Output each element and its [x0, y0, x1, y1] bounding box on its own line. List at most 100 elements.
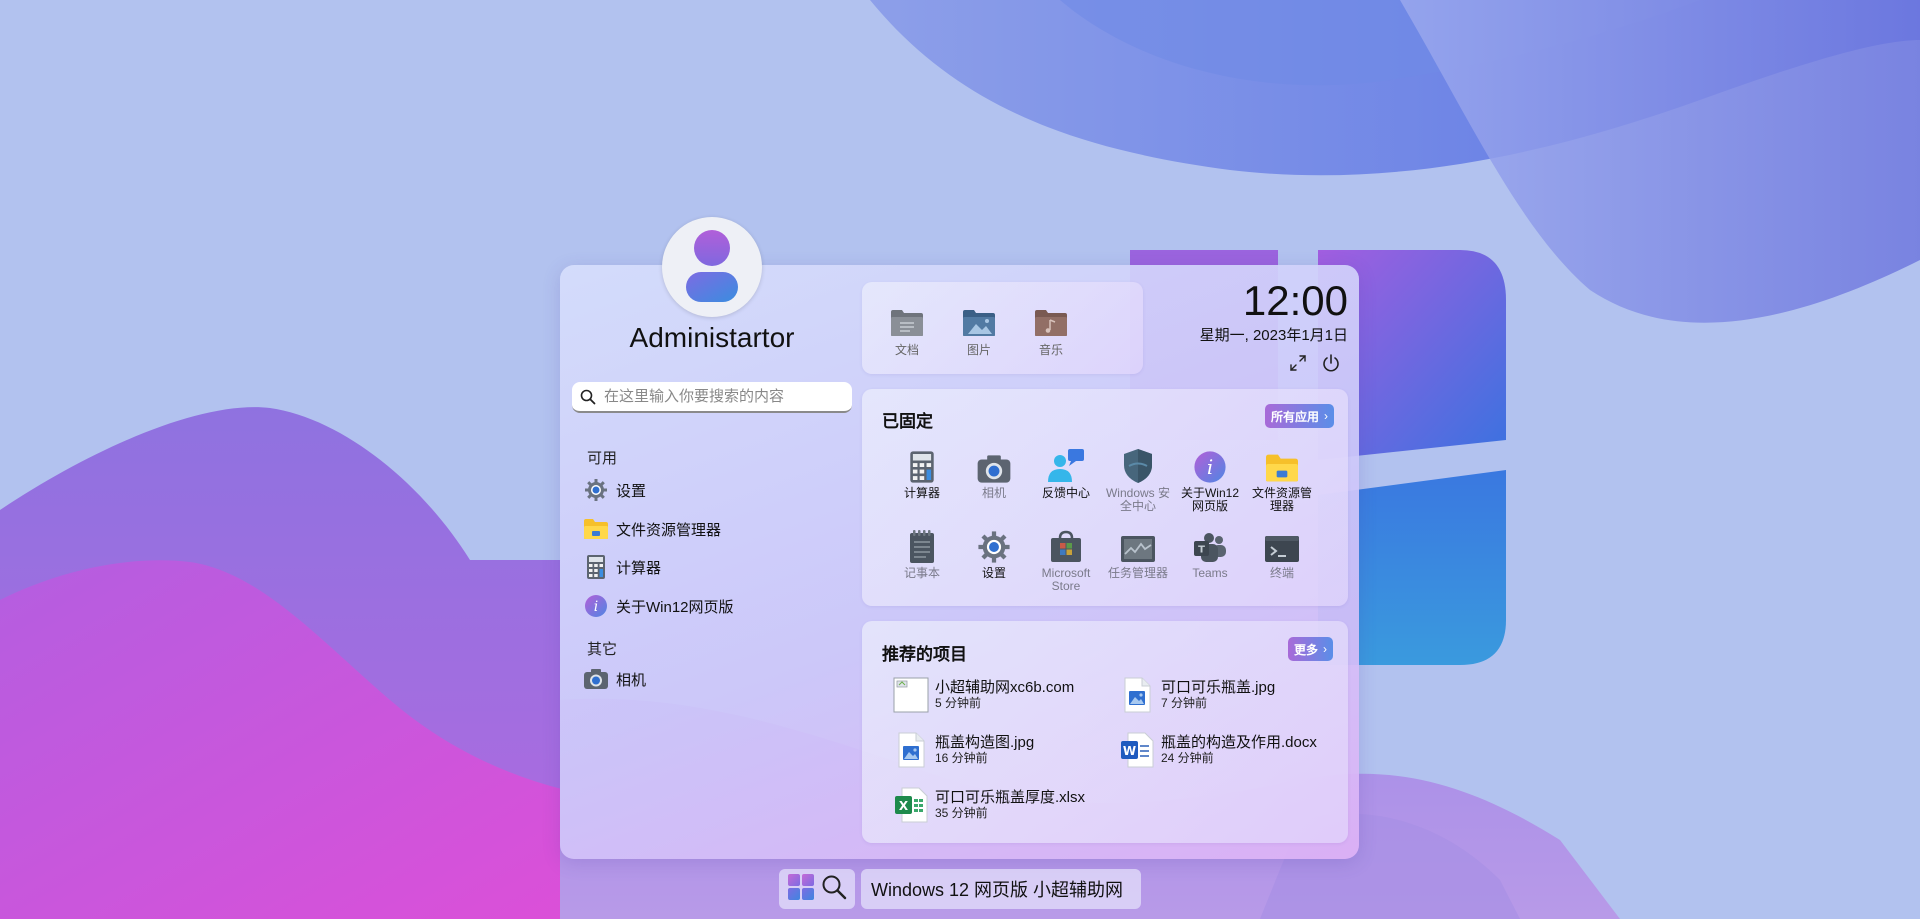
pinned-calculator[interactable]: 计算器: [887, 446, 957, 500]
music-folder-icon: [1011, 303, 1091, 337]
pinned-about-win12[interactable]: i 关于Win12 网页版: [1175, 446, 1245, 513]
power-icon: [1323, 354, 1339, 372]
all-apps-button[interactable]: 所有应用 ›: [1265, 404, 1335, 428]
teams-icon: T: [1175, 526, 1245, 564]
recommended-time: 5 分钟前: [935, 696, 982, 710]
pinned-file-explorer[interactable]: 文件资源管理器: [1247, 446, 1317, 513]
power-button[interactable]: [1319, 351, 1343, 375]
broken-image-icon: [893, 676, 929, 714]
expand-icon: [1290, 355, 1306, 371]
info-icon: i: [1175, 446, 1245, 484]
user-avatar[interactable]: [662, 217, 762, 317]
more-label: 更多: [1294, 642, 1319, 657]
left-app-label: 相机: [616, 671, 647, 689]
recommended-name: 瓶盖构造图.jpg: [935, 734, 1035, 751]
pinned-label: 设置: [981, 566, 1006, 580]
other-section-label: 其它: [587, 641, 618, 658]
pinned-windows-security[interactable]: Windows 安全中心: [1103, 446, 1173, 513]
pinned-teams[interactable]: T Teams: [1175, 526, 1245, 580]
shield-icon: [1103, 446, 1173, 484]
left-app-settings[interactable]: 设置: [582, 475, 646, 505]
svg-text:W: W: [1123, 744, 1136, 758]
svg-text:X: X: [899, 799, 909, 813]
pinned-label: 计算器: [903, 486, 940, 500]
notepad-icon: [887, 526, 957, 564]
folder-icon: [1247, 446, 1317, 484]
left-app-label: 设置: [616, 482, 647, 500]
folder-icon: [582, 515, 610, 543]
pinned-label: Microsoft Store: [1041, 566, 1091, 593]
image-file-icon: [1119, 676, 1155, 714]
recommended-name: 可口可乐瓶盖.jpg: [1161, 679, 1276, 696]
search-box[interactable]: [572, 382, 852, 413]
recommended-item[interactable]: W 瓶盖的构造及作用.docx 24 分钟前: [1119, 731, 1317, 769]
left-app-calculator[interactable]: 计算器: [582, 552, 661, 582]
camera-icon: [959, 446, 1029, 484]
pinned-label: 记事本: [903, 566, 940, 580]
pinned-label: 文件资源管理器: [1251, 486, 1312, 513]
taskbar-window-button[interactable]: Windows 12 网页版 小超辅助网: [861, 869, 1141, 909]
fav-music[interactable]: 音乐: [1011, 303, 1091, 358]
documents-folder-icon: [867, 303, 947, 337]
pinned-label: 终端: [1269, 566, 1294, 580]
left-app-label: 文件资源管理器: [616, 521, 722, 539]
user-avatar-icon: [686, 230, 738, 302]
recommended-time: 16 分钟前: [935, 751, 988, 765]
excel-file-icon: X: [893, 786, 929, 824]
left-app-label: 关于Win12网页版: [616, 598, 734, 616]
recommended-item[interactable]: X 可口可乐瓶盖厚度.xlsx 35 分钟前: [893, 786, 1085, 824]
clock-time: 12:00: [1242, 277, 1348, 324]
pinned-label: Teams: [1192, 566, 1228, 580]
task-manager-icon: [1103, 526, 1173, 564]
pinned-feedback-hub[interactable]: 反馈中心: [1031, 446, 1101, 500]
pinned-microsoft-store[interactable]: Microsoft Store: [1031, 526, 1101, 593]
recommended-name: 瓶盖的构造及作用.docx: [1161, 734, 1317, 751]
fav-label: 文档: [894, 343, 919, 357]
all-apps-label: 所有应用: [1271, 409, 1320, 424]
pictures-folder-icon: [939, 303, 1019, 337]
feedback-icon: [1031, 446, 1101, 484]
fav-documents[interactable]: 文档: [867, 303, 947, 358]
camera-icon: [582, 665, 610, 693]
store-icon: [1031, 526, 1101, 564]
recommended-item[interactable]: 瓶盖构造图.jpg 16 分钟前: [893, 731, 1034, 769]
pinned-label: 反馈中心: [1041, 486, 1090, 500]
more-button[interactable]: 更多 ›: [1288, 637, 1334, 661]
left-app-camera[interactable]: 相机: [582, 664, 646, 694]
pinned-task-manager[interactable]: 任务管理器: [1103, 526, 1173, 580]
svg-text:i: i: [594, 599, 598, 615]
pinned-notepad[interactable]: 记事本: [887, 526, 957, 580]
pinned-title: 已固定: [882, 412, 933, 431]
recommended-name: 小超辅助网xc6b.com: [935, 679, 1075, 696]
expand-button[interactable]: [1286, 351, 1310, 375]
pinned-label: 相机: [981, 486, 1006, 500]
settings-gear-icon: [582, 476, 610, 504]
word-file-icon: W: [1119, 731, 1155, 769]
fav-label: 图片: [966, 343, 991, 357]
settings-gear-icon: [959, 526, 1029, 564]
recommended-name: 可口可乐瓶盖厚度.xlsx: [935, 789, 1086, 806]
taskbar-search-icon[interactable]: [820, 873, 848, 906]
recommended-item[interactable]: 可口可乐瓶盖.jpg 7 分钟前: [1119, 676, 1275, 714]
recommended-time: 24 分钟前: [1161, 751, 1214, 765]
pinned-settings[interactable]: 设置: [959, 526, 1029, 580]
pinned-label: 任务管理器: [1107, 566, 1168, 580]
recommended-item[interactable]: 小超辅助网xc6b.com 5 分钟前: [893, 676, 1074, 714]
search-input[interactable]: [602, 387, 846, 406]
taskbar-start-search[interactable]: [779, 869, 855, 909]
left-app-file-explorer[interactable]: 文件资源管理器: [582, 514, 721, 544]
taskbar-window-label: Windows 12 网页版 小超辅助网: [871, 880, 1124, 900]
pinned-camera[interactable]: 相机: [959, 446, 1029, 500]
left-app-about-win12[interactable]: i 关于Win12网页版: [582, 591, 734, 621]
image-file-icon: [893, 731, 929, 769]
fav-pictures[interactable]: 图片: [939, 303, 1019, 358]
recommended-time: 35 分钟前: [935, 806, 988, 820]
terminal-icon: [1247, 526, 1317, 564]
fav-label: 音乐: [1038, 343, 1063, 357]
search-icon: [580, 389, 596, 404]
pinned-terminal[interactable]: 终端: [1247, 526, 1317, 580]
pinned-label: 关于Win12 网页版: [1180, 486, 1239, 513]
start-button-icon[interactable]: [786, 872, 816, 907]
recommended-title: 推荐的项目: [882, 645, 967, 664]
calculator-icon: [582, 553, 610, 581]
